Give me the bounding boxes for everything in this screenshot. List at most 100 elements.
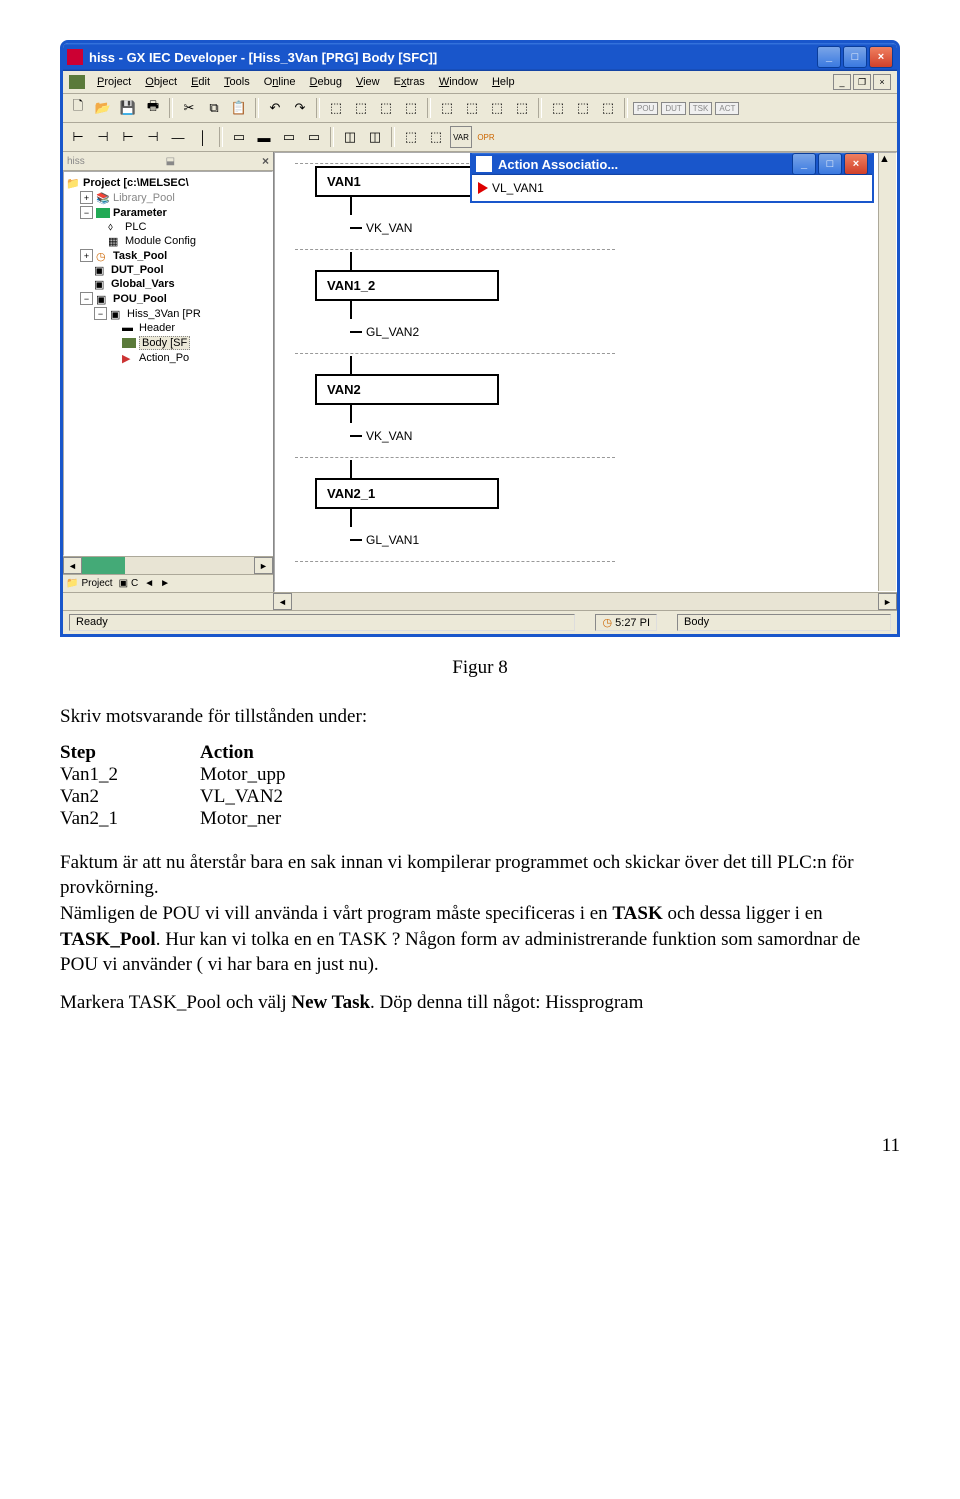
print-icon[interactable]: 🖶	[142, 97, 164, 119]
vscrollbar[interactable]: ▲	[878, 153, 896, 591]
tree-header[interactable]: Header	[139, 322, 175, 334]
tool-icon[interactable]: ⊢	[117, 126, 139, 148]
scroll-up-icon[interactable]: ▲	[879, 153, 896, 170]
tool-icon[interactable]: ⬚	[436, 97, 458, 119]
tree-parameter[interactable]: Parameter	[113, 207, 167, 219]
menu-edit[interactable]: Edit	[185, 74, 216, 90]
tree-action-pool[interactable]: Action_Po	[139, 352, 189, 364]
tool-icon[interactable]: ⊢	[67, 126, 89, 148]
cut-icon[interactable]: ✂	[178, 97, 200, 119]
menu-debug[interactable]: Debug	[304, 74, 348, 90]
tab-scroll-right-icon[interactable]: ►	[160, 578, 170, 589]
tool-icon[interactable]: ⬚	[325, 97, 347, 119]
aa-minimize-button[interactable]: _	[792, 153, 816, 175]
expand-icon[interactable]: +	[80, 191, 93, 204]
tree-hiss-3van[interactable]: Hiss_3Van [PR	[127, 308, 201, 320]
tree-module-config[interactable]: Module Config	[125, 235, 196, 247]
tool-icon[interactable]: ⬚	[400, 126, 422, 148]
tool-icon[interactable]: ▭	[228, 126, 250, 148]
tool-icon[interactable]: ⬚	[572, 97, 594, 119]
tree-hscroll[interactable]: ◄ ►	[63, 556, 273, 574]
tree-pou-pool[interactable]: POU_Pool	[113, 293, 167, 305]
menu-online[interactable]: Online	[258, 74, 302, 90]
tab-scroll-left-icon[interactable]: ◄	[144, 578, 154, 589]
tool-icon[interactable]: ▭	[278, 126, 300, 148]
save-icon[interactable]: 💾	[117, 97, 139, 119]
act-tag[interactable]: ACT	[715, 102, 739, 115]
sfc-transition[interactable]: VK_VAN	[350, 221, 615, 235]
canvas-hscroll[interactable]: ◄ ►	[63, 592, 897, 610]
menu-extras[interactable]: Extras	[388, 74, 431, 90]
menu-object[interactable]: Object	[139, 74, 183, 90]
sfc-step-van1-2[interactable]: VAN1_2	[315, 270, 499, 301]
menu-help[interactable]: Help	[486, 74, 521, 90]
tool-icon[interactable]: ▭	[303, 126, 325, 148]
sfc-transition[interactable]: VK_VAN	[350, 429, 615, 443]
expand-icon[interactable]: +	[80, 249, 93, 262]
menu-tools[interactable]: Tools	[218, 74, 256, 90]
undo-icon[interactable]: ↶	[264, 97, 286, 119]
open-icon[interactable]: 📂	[92, 97, 114, 119]
tool-icon[interactable]: ⬚	[511, 97, 533, 119]
tree-plc[interactable]: PLC	[125, 221, 146, 233]
sfc-step-van2-1[interactable]: VAN2_1	[315, 478, 499, 509]
tool-icon[interactable]: ⬚	[375, 97, 397, 119]
mdi-restore-button[interactable]: ❐	[853, 74, 871, 90]
opr-icon[interactable]: OPR	[475, 126, 497, 148]
sfc-transition[interactable]: GL_VAN2	[350, 325, 615, 339]
sidebar-close-button[interactable]: ×	[262, 154, 269, 168]
tree-task-pool[interactable]: Task_Pool	[113, 250, 167, 262]
scroll-right-icon[interactable]: ►	[878, 593, 897, 610]
sfc-step-van2[interactable]: VAN2	[315, 374, 499, 405]
project-tree[interactable]: 📁Project [c:\MELSEC\ +📚Library_Pool −Par…	[63, 171, 273, 556]
tool-icon[interactable]: ▬	[253, 126, 275, 148]
new-icon[interactable]: 🗋	[67, 97, 89, 119]
mdi-minimize-button[interactable]: _	[833, 74, 851, 90]
scroll-left-icon[interactable]: ◄	[63, 557, 82, 574]
tool-icon[interactable]: ⬚	[597, 97, 619, 119]
tool-icon[interactable]: ⬚	[547, 97, 569, 119]
tool-icon[interactable]: ⊣	[92, 126, 114, 148]
paste-icon[interactable]: 📋	[228, 97, 250, 119]
collapse-icon[interactable]: −	[80, 292, 93, 305]
project-tab[interactable]: 📁Project	[66, 578, 113, 589]
pou-tag[interactable]: POU	[633, 102, 658, 115]
aa-maximize-button[interactable]: □	[818, 153, 842, 175]
collapse-icon[interactable]: −	[80, 206, 93, 219]
tree-root[interactable]: Project [c:\MELSEC\	[83, 177, 189, 189]
tool-icon[interactable]: ⬚	[425, 126, 447, 148]
menu-view[interactable]: View	[350, 74, 386, 90]
menu-project[interactable]: Project	[91, 74, 137, 90]
tool-icon[interactable]: ◫	[364, 126, 386, 148]
sfc-transition[interactable]: GL_VAN1	[350, 533, 615, 547]
tree-dut-pool[interactable]: DUT_Pool	[111, 264, 164, 276]
aa-item[interactable]: VL_VAN1	[478, 181, 866, 195]
tool-icon[interactable]: ⬚	[400, 97, 422, 119]
tool-icon[interactable]: ⬚	[350, 97, 372, 119]
minimize-button[interactable]: _	[817, 46, 841, 68]
aa-close-button[interactable]: ×	[844, 153, 868, 175]
tool-icon[interactable]: │	[192, 126, 214, 148]
action-association-window[interactable]: Action Associatio... _ □ × VL_VAN1	[470, 152, 874, 203]
scroll-right-icon[interactable]: ►	[254, 557, 273, 574]
tool-icon[interactable]: ⬚	[461, 97, 483, 119]
copy-icon[interactable]: ⧉	[203, 97, 225, 119]
collapse-icon[interactable]: −	[94, 307, 107, 320]
redo-icon[interactable]: ↷	[289, 97, 311, 119]
titlebar[interactable]: hiss - GX IEC Developer - [Hiss_3Van [PR…	[63, 43, 897, 71]
var-icon[interactable]: VAR	[450, 126, 472, 148]
tool-icon[interactable]: ⬚	[486, 97, 508, 119]
dut-tag[interactable]: DUT	[661, 102, 685, 115]
tree-body-selected[interactable]: Body [SF	[139, 336, 190, 350]
tree-library-pool[interactable]: Library_Pool	[113, 192, 175, 204]
tree-global-vars[interactable]: Global_Vars	[111, 278, 175, 290]
maximize-button[interactable]: □	[843, 46, 867, 68]
tool-icon[interactable]: ◫	[339, 126, 361, 148]
tool-icon[interactable]: —	[167, 126, 189, 148]
mdi-close-button[interactable]: ×	[873, 74, 891, 90]
other-tab[interactable]: ▣C	[119, 578, 139, 589]
menu-window[interactable]: Window	[433, 74, 484, 90]
tool-icon[interactable]: ⊣	[142, 126, 164, 148]
scroll-left-icon[interactable]: ◄	[273, 593, 292, 610]
sfc-canvas[interactable]: VAN1 VK_VAN VAN1_2 GL_VAN2 VAN2 VK_VAN V…	[274, 152, 897, 592]
